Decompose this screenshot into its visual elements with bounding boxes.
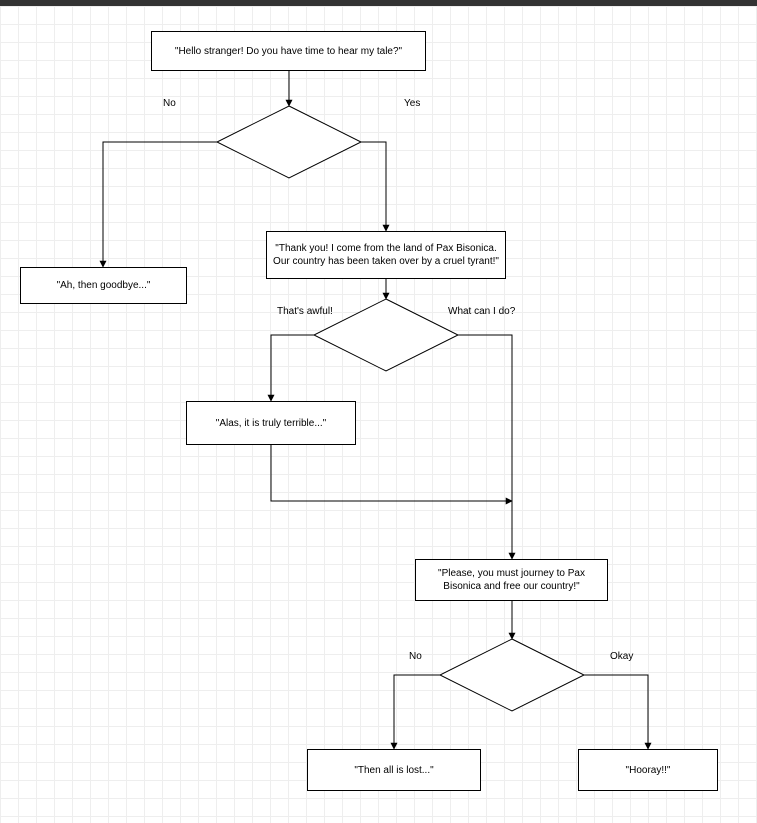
edge-d3-no: No [409, 651, 422, 662]
node-please-text: "Please, you must journey to Pax Bisonic… [422, 567, 601, 593]
node-goodbye-text: "Ah, then goodbye..." [57, 279, 151, 292]
diagram-canvas[interactable]: "Hello stranger! Do you have time to hea… [0, 6, 757, 823]
node-hooray-text: "Hooray!!" [626, 764, 671, 777]
node-alas-text: "Alas, it is truly terrible..." [216, 417, 326, 430]
decision-2 [314, 299, 458, 371]
edge-d1-yes: Yes [404, 98, 420, 109]
node-please[interactable]: "Please, you must journey to Pax Bisonic… [415, 559, 608, 601]
node-intro-text: "Hello stranger! Do you have time to hea… [175, 45, 402, 58]
edge-d2-right: What can I do? [448, 306, 515, 317]
edge-d1-no: No [163, 98, 176, 109]
node-goodbye[interactable]: "Ah, then goodbye..." [20, 267, 187, 304]
node-hooray[interactable]: "Hooray!!" [578, 749, 718, 791]
node-lost-text: "Then all is lost..." [354, 764, 433, 777]
node-thankyou-text: "Thank you! I come from the land of Pax … [273, 242, 499, 268]
node-lost[interactable]: "Then all is lost..." [307, 749, 481, 791]
decision-1 [217, 106, 361, 178]
node-thankyou[interactable]: "Thank you! I come from the land of Pax … [266, 231, 506, 279]
node-alas[interactable]: "Alas, it is truly terrible..." [186, 401, 356, 445]
decision-3 [440, 639, 584, 711]
node-intro[interactable]: "Hello stranger! Do you have time to hea… [151, 31, 426, 71]
edge-d2-left: That's awful! [277, 306, 333, 317]
edge-d3-okay: Okay [610, 651, 633, 662]
diagram-connectors [0, 6, 757, 823]
